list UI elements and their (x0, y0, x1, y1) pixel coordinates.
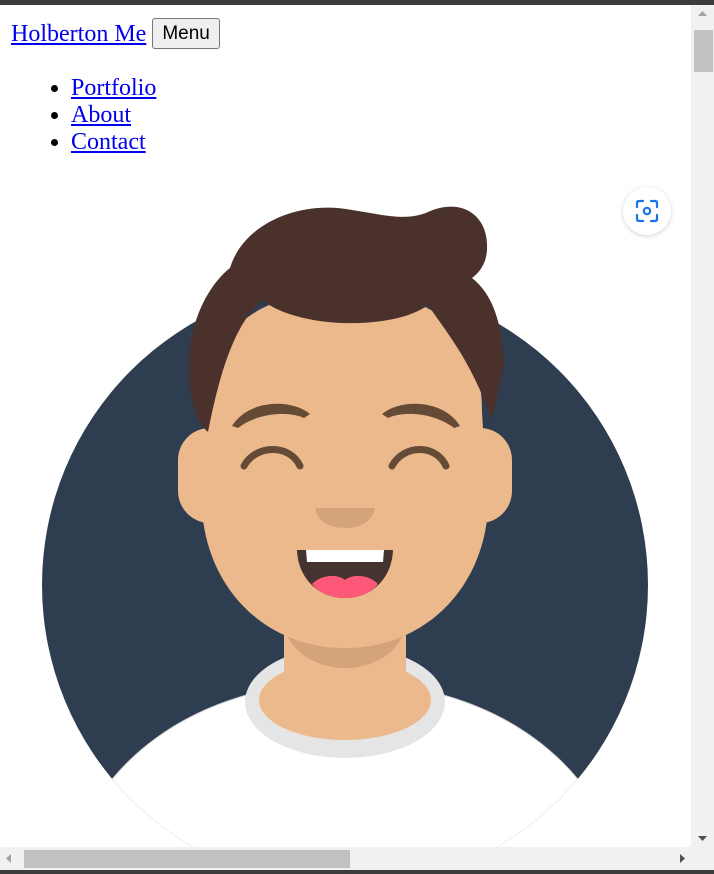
nav-item-contact: Contact (71, 129, 156, 156)
horizontal-scroll-thumb[interactable] (24, 850, 350, 868)
nav-list: Portfolio About Contact (71, 75, 156, 156)
brand-link[interactable]: Holberton Me (11, 20, 146, 48)
teeth (306, 550, 384, 562)
nav-item-about: About (71, 102, 156, 129)
visual-search-button[interactable] (623, 187, 671, 235)
menu-button[interactable]: Menu (152, 18, 220, 49)
site-header: Holberton Me Menu (11, 18, 220, 49)
horizontal-scrollbar[interactable] (0, 847, 691, 870)
vertical-scroll-thumb[interactable] (694, 30, 713, 72)
page-viewport: Holberton Me Menu Portfolio About Contac… (0, 5, 691, 847)
neck-chest (259, 660, 431, 740)
window-bottom-edge (0, 870, 714, 874)
scroll-down-arrow-icon[interactable] (691, 830, 714, 847)
nav-item-portfolio: Portfolio (71, 75, 156, 102)
scroll-right-arrow-icon[interactable] (674, 847, 691, 870)
nav-link-about[interactable]: About (71, 102, 131, 128)
visual-search-icon (635, 199, 659, 223)
nav-link-contact[interactable]: Contact (71, 129, 146, 155)
scrollbar-corner (691, 847, 714, 870)
scroll-up-arrow-icon[interactable] (691, 5, 714, 22)
vertical-scrollbar[interactable] (691, 5, 714, 847)
nav-link-portfolio[interactable]: Portfolio (71, 75, 156, 101)
scroll-left-arrow-icon[interactable] (0, 847, 17, 870)
